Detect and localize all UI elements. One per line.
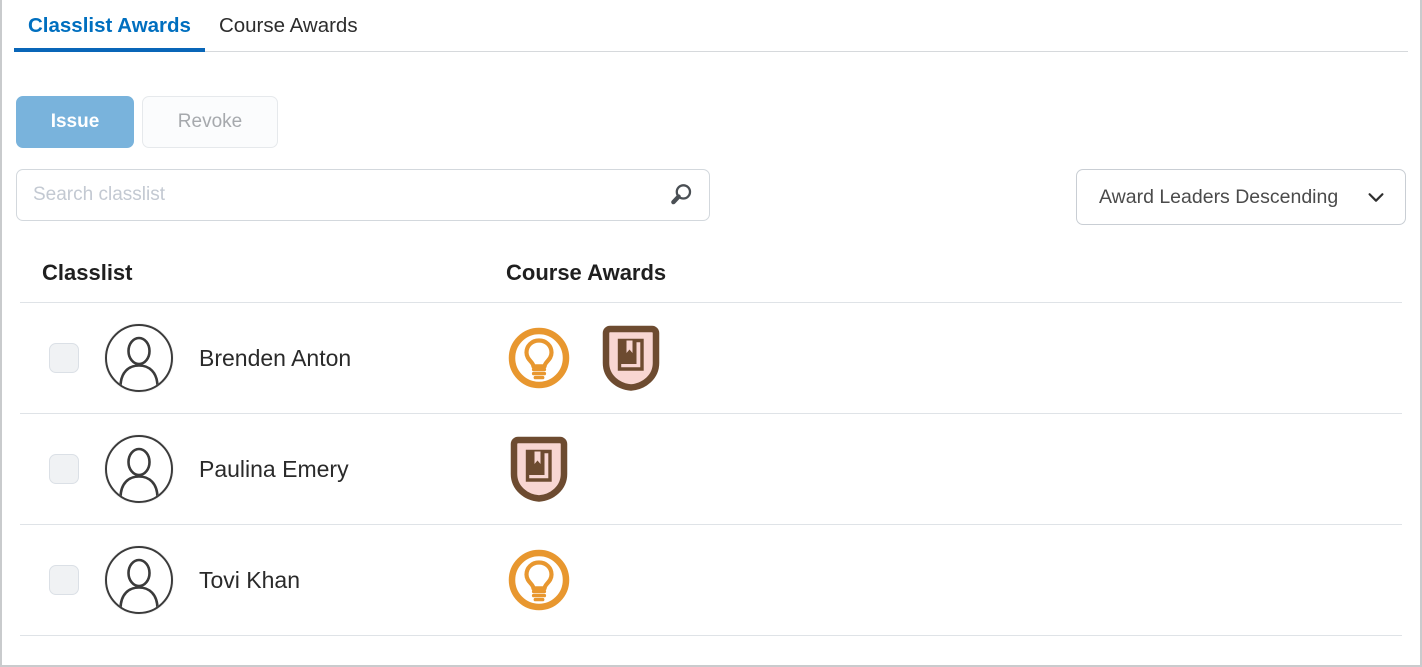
- row-select-checkbox[interactable]: [49, 565, 79, 595]
- lightbulb-award-icon[interactable]: [506, 323, 572, 393]
- revoke-button-label: Revoke: [177, 111, 243, 132]
- controls-row: Award Leaders Descending: [2, 169, 1420, 225]
- classlist-cell: Paulina Emery: [20, 435, 504, 503]
- lightbulb-award-icon[interactable]: [506, 545, 572, 615]
- table-header-row: Classlist Course Awards: [20, 243, 1402, 303]
- column-header-course-awards: Course Awards: [506, 259, 667, 285]
- search-submit-button[interactable]: [653, 170, 709, 220]
- sort-order-selected-value: Award Leaders Descending: [1099, 185, 1339, 208]
- sort-order-dropdown[interactable]: Award Leaders Descending: [1076, 169, 1406, 225]
- row-select-checkbox[interactable]: [49, 343, 79, 373]
- search-classlist-field[interactable]: [16, 169, 710, 221]
- table-row[interactable]: Brenden Anton: [20, 303, 1402, 414]
- search-icon: [671, 184, 692, 205]
- avatar: [105, 546, 173, 614]
- issue-button-label: Issue: [50, 111, 100, 132]
- classlist-cell: Brenden Anton: [20, 324, 504, 392]
- tab-bar: Classlist Awards Course Awards: [2, 0, 1420, 52]
- avatar: [105, 435, 173, 503]
- avatar: [105, 324, 173, 392]
- book-shield-award-icon[interactable]: [506, 434, 572, 504]
- tab-classlist-awards[interactable]: Classlist Awards: [14, 0, 205, 52]
- student-name: Tovi Khan: [199, 566, 301, 593]
- classlist-table: Classlist Course Awards Brenden Anton Pa…: [2, 243, 1420, 636]
- user-avatar-icon: [119, 447, 159, 499]
- student-name: Paulina Emery: [199, 455, 349, 482]
- issue-revoke-toggle-group: Issue Revoke: [16, 96, 1420, 148]
- table-row[interactable]: Tovi Khan: [20, 525, 1402, 636]
- search-input[interactable]: [17, 184, 653, 206]
- row-select-checkbox[interactable]: [49, 454, 79, 484]
- issue-button[interactable]: Issue: [16, 96, 134, 148]
- student-name: Brenden Anton: [199, 344, 352, 371]
- chevron-down-icon: [1368, 193, 1384, 202]
- awards-cell: [504, 323, 1402, 393]
- revoke-button[interactable]: Revoke: [142, 96, 278, 148]
- book-shield-award-icon[interactable]: [598, 323, 664, 393]
- user-avatar-icon: [119, 336, 159, 388]
- user-avatar-icon: [119, 558, 159, 610]
- awards-cell: [504, 545, 1402, 615]
- table-row[interactable]: Paulina Emery: [20, 414, 1402, 525]
- tab-classlist-awards-label: Classlist Awards: [28, 14, 191, 37]
- tab-course-awards[interactable]: Course Awards: [205, 0, 372, 52]
- classlist-awards-page: Classlist Awards Course Awards Issue Rev…: [0, 0, 1422, 667]
- tab-course-awards-label: Course Awards: [218, 14, 358, 37]
- classlist-cell: Tovi Khan: [20, 546, 504, 614]
- awards-cell: [504, 434, 1402, 504]
- column-header-classlist: Classlist: [42, 259, 133, 285]
